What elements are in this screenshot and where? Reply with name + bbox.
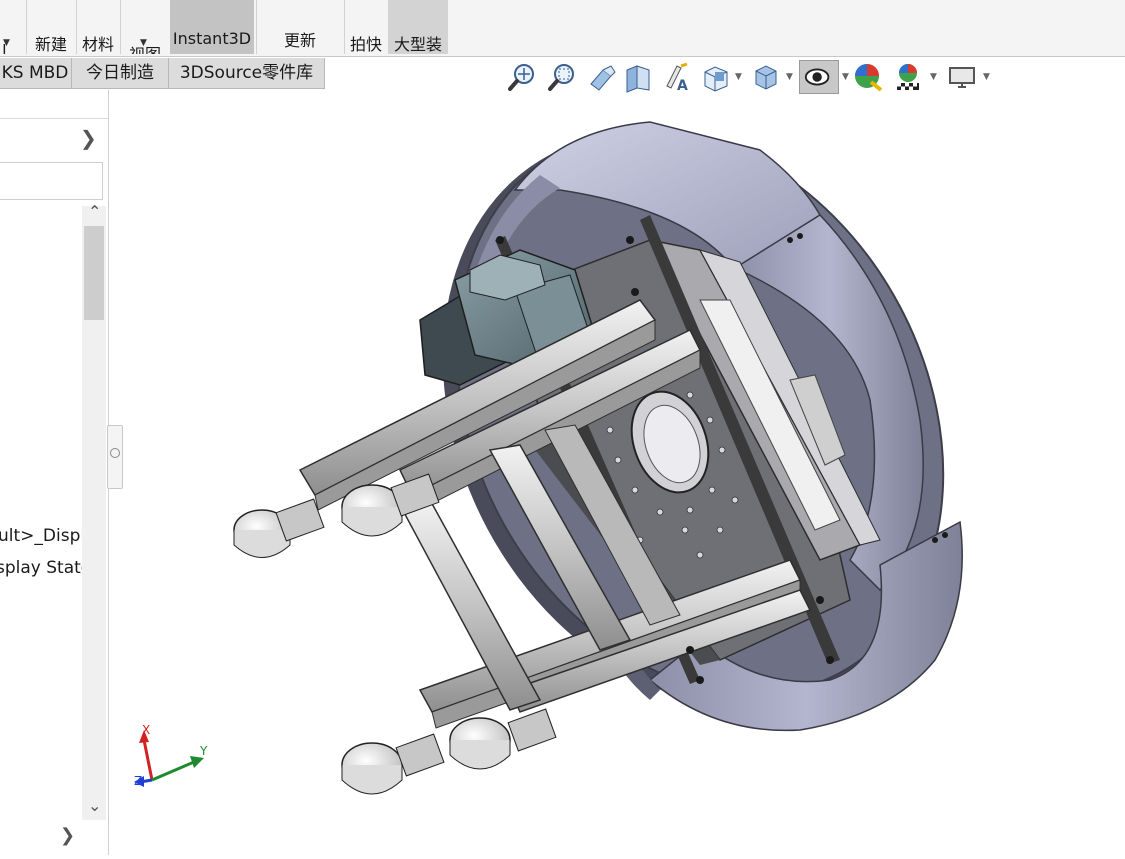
previous-view-icon[interactable] <box>585 60 619 94</box>
ribbon-label: 材料 明细 表 <box>81 35 114 54</box>
feature-tree: ult>_Displ splay State <box>0 206 82 818</box>
tree-item[interactable]: splay State <box>0 558 82 578</box>
tab-mbd[interactable]: KS MBD <box>0 58 72 89</box>
caster-wheel-rear-left[interactable] <box>341 733 445 795</box>
hide-show-items-icon[interactable] <box>799 60 839 94</box>
zoom-to-fit-icon[interactable] <box>505 60 539 94</box>
ribbon-button-bom[interactable]: 材料 明细 表 <box>78 0 118 54</box>
apply-scene-icon[interactable] <box>891 60 925 94</box>
ribbon-label: 大型装 配体模 式 <box>393 35 442 54</box>
chevron-down-icon[interactable]: ▼ <box>930 72 937 82</box>
chevron-down-icon[interactable]: ▼ <box>140 38 147 48</box>
chevron-down-icon[interactable]: ▼ <box>786 72 793 82</box>
tab-today-manufacture[interactable]: 今日制造 <box>71 58 169 89</box>
zoom-to-area-icon[interactable] <box>545 60 579 94</box>
tab-label: 3DSource零件库 <box>179 63 314 83</box>
tab-3dsource[interactable]: 3DSource零件库 <box>168 58 325 89</box>
command-ribbon: l... ▼ 新建 运动 算例 材料 明细 表 视图 ▼ Instant3D 更… <box>0 0 1125 57</box>
ribbon-label: 拍快 照 <box>349 35 382 54</box>
display-style-icon[interactable] <box>749 60 783 94</box>
heads-up-view-toolbar: A ▼ ▼ ▼ ▼ ▼ <box>505 60 995 96</box>
x-axis-label: X <box>142 723 150 737</box>
edit-appearance-icon[interactable] <box>851 60 885 94</box>
chevron-down-icon[interactable]: ▼ <box>983 72 990 82</box>
graphics-area[interactable] <box>110 96 1125 855</box>
section-view-icon[interactable] <box>621 60 655 94</box>
assembly-model[interactable] <box>110 96 1125 855</box>
ribbon-separator <box>76 0 77 54</box>
ribbon-label: Instant3D <box>172 29 252 48</box>
ribbon-separator <box>256 0 257 54</box>
tree-item[interactable]: ult>_Displ <box>0 526 82 546</box>
ribbon-button-snapshot[interactable]: 拍快 照 <box>346 0 386 54</box>
caster-wheel-rear-right[interactable] <box>449 708 557 770</box>
ribbon-label: 新建 运动 算例 <box>34 35 67 54</box>
ribbon-label: 更新 Speedpak <box>260 31 339 54</box>
feature-manager-panel: ❯ ult>_Displ splay State ⌃ ⌄ ❯ <box>0 90 109 855</box>
ribbon-button-speedpak[interactable]: 更新 Speedpak <box>258 0 342 54</box>
reference-triad: X Y Z <box>134 723 208 788</box>
ribbon-button-motion-study[interactable]: 新建 运动 算例 <box>28 0 74 54</box>
view-orientation-icon[interactable] <box>699 60 733 94</box>
filter-input[interactable] <box>0 162 103 200</box>
vertical-scrollbar[interactable]: ⌃ ⌄ <box>82 202 106 820</box>
scroll-up-icon[interactable]: ⌃ <box>88 202 101 221</box>
ribbon-button-large-assembly[interactable]: 大型装 配体模 式 <box>388 0 448 54</box>
dynamic-annotation-icon[interactable]: A <box>659 60 693 94</box>
ribbon-button-instant3d[interactable]: Instant3D <box>170 0 254 54</box>
chevron-down-icon[interactable]: ▼ <box>842 72 849 82</box>
view-settings-icon[interactable] <box>945 60 979 94</box>
scroll-down-icon[interactable]: ⌄ <box>88 796 101 815</box>
ribbon-separator <box>344 0 345 54</box>
z-axis-label: Z <box>134 774 142 788</box>
ribbon-separator <box>26 0 27 54</box>
chevron-down-icon[interactable]: ▼ <box>735 72 742 82</box>
panel-divider <box>0 118 108 119</box>
tab-label: 今日制造 <box>86 63 154 83</box>
caster-wheel-front-left[interactable] <box>233 498 325 558</box>
chevron-down-icon[interactable]: ▼ <box>3 38 10 48</box>
tab-label: KS MBD <box>1 63 69 83</box>
ribbon-separator <box>120 0 121 54</box>
y-axis-label: Y <box>199 744 208 758</box>
scroll-right-icon[interactable]: ❯ <box>60 825 75 846</box>
svg-text:A: A <box>677 78 688 94</box>
chevron-right-icon[interactable]: ❯ <box>80 126 97 150</box>
scrollbar-thumb[interactable] <box>84 226 104 320</box>
